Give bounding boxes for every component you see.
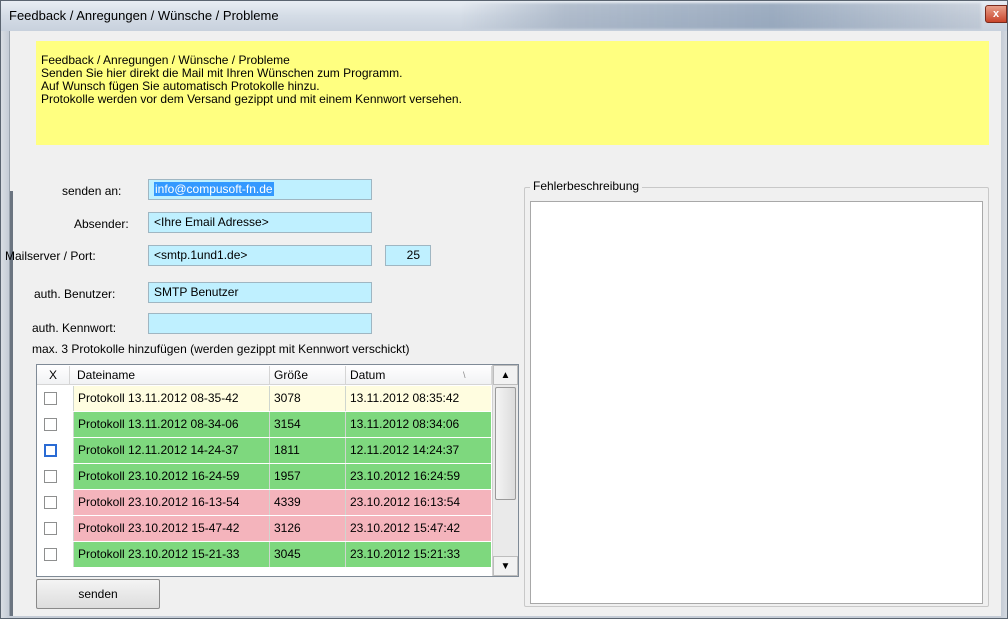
scroll-thumb[interactable] bbox=[495, 387, 516, 500]
send-to-field[interactable]: info@compusoft-fn.de bbox=[148, 179, 372, 200]
column-header-x[interactable]: X bbox=[49, 368, 57, 382]
filename-cell: Protokoll 12.11.2012 14-24-37 bbox=[73, 438, 269, 463]
size-cell: 1957 bbox=[269, 464, 345, 489]
close-icon: x bbox=[992, 8, 1000, 20]
filename-cell: Protokoll 23.10.2012 16-24-59 bbox=[73, 464, 269, 489]
table-row[interactable]: Protokoll 13.11.2012 08-34-06 3154 13.11.2… bbox=[37, 412, 492, 438]
table-row[interactable]: Protokoll 23.10.2012 16-24-59 1957 23.10.2… bbox=[37, 464, 492, 490]
close-button[interactable]: x bbox=[985, 5, 1007, 23]
dialog-client-area: Feedback / Anregungen / Wünsche / Proble… bbox=[5, 31, 1001, 616]
info-line: Protokolle werden vor dem Versand gezipp… bbox=[41, 92, 462, 106]
filename-cell: Protokoll 23.10.2012 16-13-54 bbox=[73, 490, 269, 515]
sender-label: Absender: bbox=[74, 217, 129, 231]
size-cell: 1811 bbox=[269, 438, 345, 463]
table-header: X Dateiname Größe Datum \ bbox=[37, 365, 492, 385]
column-header-date[interactable]: Datum bbox=[350, 368, 385, 382]
mailserver-field[interactable]: <smtp.1und1.de> bbox=[148, 245, 372, 266]
table-row[interactable]: Protokoll 23.10.2012 15-21-33 3045 23.10.2… bbox=[37, 542, 492, 568]
date-cell: 23.10.2012 15:47:42 bbox=[345, 516, 491, 541]
row-checkbox[interactable] bbox=[44, 392, 57, 405]
filename-cell: Protokoll 23.10.2012 15-47-42 bbox=[73, 516, 269, 541]
auth-user-label: auth. Benutzer: bbox=[34, 287, 116, 301]
protocol-table[interactable]: X Dateiname Größe Datum \ Protokoll 13.1… bbox=[36, 364, 519, 577]
scroll-up-icon[interactable]: ▲ bbox=[493, 365, 518, 385]
scroll-down-icon[interactable]: ▼ bbox=[493, 556, 518, 576]
auth-password-label: auth. Kennwort: bbox=[32, 321, 117, 335]
date-cell: 23.10.2012 15:21:33 bbox=[345, 542, 491, 567]
window-title: Feedback / Anregungen / Wünsche / Proble… bbox=[9, 8, 279, 23]
size-cell: 3126 bbox=[269, 516, 345, 541]
row-checkbox[interactable] bbox=[44, 470, 57, 483]
dialog-window: Feedback / Anregungen / Wünsche / Proble… bbox=[0, 0, 1008, 619]
send-to-value: info@compusoft-fn.de bbox=[154, 182, 274, 196]
auth-user-field[interactable]: SMTP Benutzer bbox=[148, 282, 372, 303]
column-header-filename[interactable]: Dateiname bbox=[77, 368, 135, 382]
row-checkbox[interactable] bbox=[44, 548, 57, 561]
error-description-textarea[interactable] bbox=[530, 201, 983, 604]
row-checkbox[interactable] bbox=[44, 522, 57, 535]
size-cell: 4339 bbox=[269, 490, 345, 515]
size-cell: 3078 bbox=[269, 386, 345, 411]
table-body: Protokoll 13.11.2012 08-35-42 3078 13.11.2… bbox=[37, 386, 492, 568]
mailserver-label: Mailserver / Port: bbox=[5, 249, 96, 263]
row-checkbox[interactable] bbox=[44, 418, 57, 431]
date-cell: 13.11.2012 08:34:06 bbox=[345, 412, 491, 437]
auth-password-field[interactable] bbox=[148, 313, 372, 334]
size-cell: 3154 bbox=[269, 412, 345, 437]
sender-field[interactable]: <Ihre Email Adresse> bbox=[148, 212, 372, 233]
title-bar[interactable]: Feedback / Anregungen / Wünsche / Proble… bbox=[1, 1, 1007, 31]
send-button[interactable]: senden bbox=[36, 579, 160, 609]
table-row[interactable]: Protokoll 12.11.2012 14-24-37 1811 12.11.2… bbox=[37, 438, 492, 464]
background-blur bbox=[461, 3, 981, 29]
date-cell: 13.11.2012 08:35:42 bbox=[345, 386, 491, 411]
row-checkbox[interactable] bbox=[44, 496, 57, 509]
filename-cell: Protokoll 23.10.2012 15-21-33 bbox=[73, 542, 269, 567]
table-row[interactable]: Protokoll 13.11.2012 08-35-42 3078 13.11.2… bbox=[37, 386, 492, 412]
port-field[interactable]: 25 bbox=[385, 245, 431, 266]
vertical-scrollbar[interactable]: ▲ ▼ bbox=[492, 365, 518, 576]
column-header-size[interactable]: Größe bbox=[274, 368, 308, 382]
table-row[interactable]: Protokoll 23.10.2012 15-47-42 3126 23.10.2… bbox=[37, 516, 492, 542]
date-cell: 23.10.2012 16:13:54 bbox=[345, 490, 491, 515]
sort-icon: \ bbox=[463, 370, 466, 380]
send-to-label: senden an: bbox=[62, 184, 122, 198]
info-panel: Feedback / Anregungen / Wünsche / Proble… bbox=[36, 41, 989, 145]
table-row[interactable]: Protokoll 23.10.2012 16-13-54 4339 23.10.2… bbox=[37, 490, 492, 516]
date-cell: 12.11.2012 14:24:37 bbox=[345, 438, 491, 463]
date-cell: 23.10.2012 16:24:59 bbox=[345, 464, 491, 489]
filename-cell: Protokoll 13.11.2012 08-34-06 bbox=[73, 412, 269, 437]
row-checkbox[interactable] bbox=[44, 444, 57, 457]
size-cell: 3045 bbox=[269, 542, 345, 567]
filename-cell: Protokoll 13.11.2012 08-35-42 bbox=[73, 386, 269, 411]
error-description-label: Fehlerbeschreibung bbox=[530, 179, 643, 193]
protocol-hint: max. 3 Protokolle hinzufügen (werden gez… bbox=[32, 342, 410, 356]
